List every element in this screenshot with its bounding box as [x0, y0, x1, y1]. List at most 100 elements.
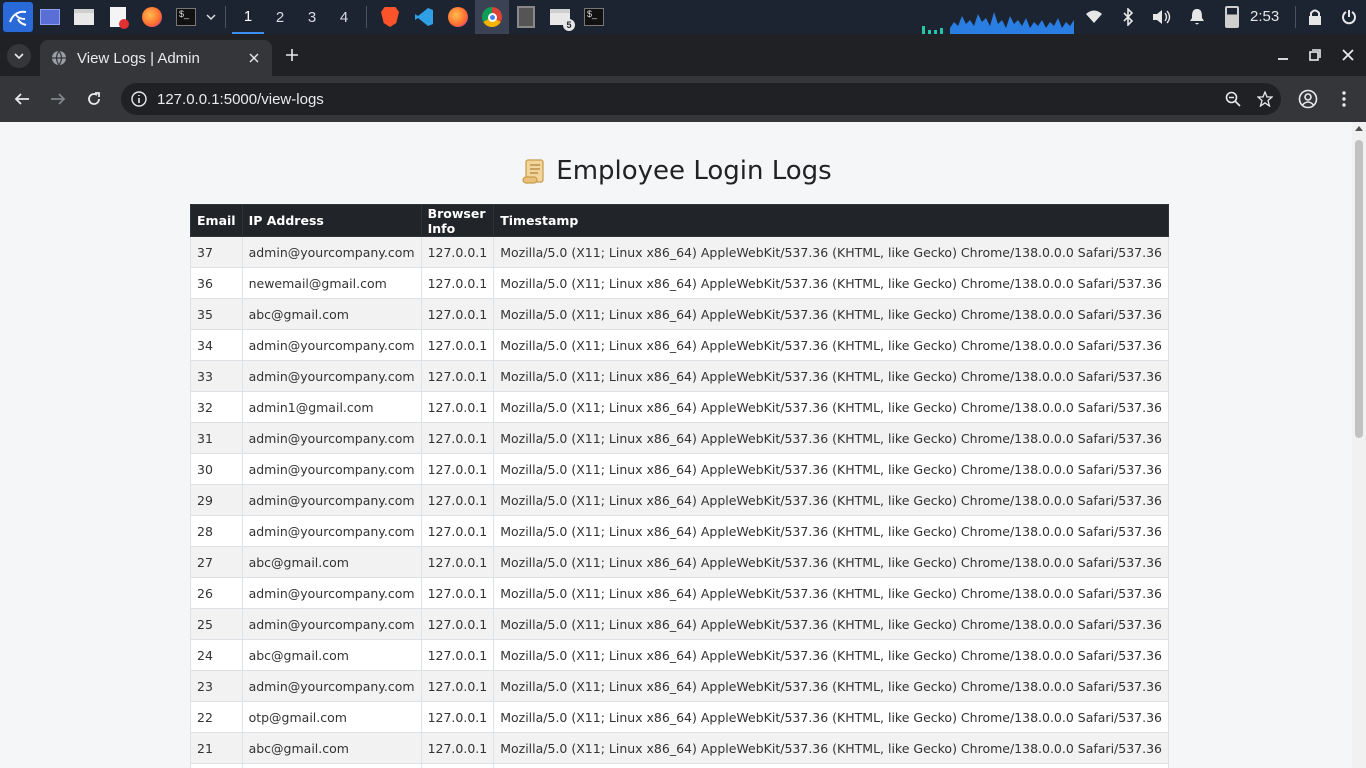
- bluetooth-icon[interactable]: [1116, 0, 1140, 34]
- panel-separator: [366, 6, 367, 28]
- text-editor-icon[interactable]: [101, 0, 135, 34]
- workspace-2[interactable]: 2: [264, 0, 296, 34]
- cpu-usage-graph: [922, 12, 1074, 34]
- table-cell-ip: [420, 763, 495, 768]
- address-bar[interactable]: 127.0.0.1:5000/view-logs: [121, 83, 1281, 115]
- table-row: 31 admin@yourcompany.com 127.0.0.1 Mozilla/…: [190, 422, 1169, 454]
- table-row: 27 abc@gmail.com 127.0.0.1 Mozilla/5.0 (X11…: [190, 546, 1169, 578]
- table-cell-email: abc@gmail.com: [241, 639, 422, 671]
- back-arrow-icon[interactable]: [8, 85, 36, 113]
- power-icon[interactable]: [1337, 0, 1361, 34]
- table-cell-id: 27: [190, 546, 243, 578]
- chrome-icon[interactable]: [475, 0, 509, 34]
- new-tab-plus-icon[interactable]: [280, 43, 304, 67]
- page-viewport: Employee Login Logs Email IP Address Bro…: [0, 122, 1352, 768]
- browser-menu-kebab-icon[interactable]: [1330, 85, 1358, 113]
- close-window-icon[interactable]: [1334, 42, 1362, 68]
- table-cell-id: 33: [190, 360, 243, 392]
- table-body: 37 admin@yourcompany.com 127.0.0.1 Mozilla/…: [190, 236, 1169, 768]
- table-cell-browser: Mozilla/5.0 (X11; Linux x86_64) AppleWeb…: [493, 267, 1169, 299]
- file-manager-icon[interactable]: 5: [543, 0, 577, 34]
- workspace-4[interactable]: 4: [328, 0, 360, 34]
- table-cell-ip: 127.0.0.1: [420, 608, 495, 640]
- table-cell-ip: 127.0.0.1: [420, 329, 495, 361]
- table-cell-id: 32: [190, 391, 243, 423]
- table-cell-ip: 127.0.0.1: [420, 391, 495, 423]
- window-icon[interactable]: [509, 0, 543, 34]
- url-text[interactable]: 127.0.0.1:5000/view-logs: [157, 91, 1217, 108]
- zoom-icon[interactable]: [1217, 85, 1249, 113]
- page-scrollbar[interactable]: [1352, 122, 1366, 768]
- battery-icon[interactable]: [1220, 0, 1244, 34]
- table-cell-browser: Mozilla/5.0 (X11; Linux x86_64) AppleWeb…: [493, 329, 1169, 361]
- table-cell-ip: 127.0.0.1: [420, 515, 495, 547]
- table-cell-id: 28: [190, 515, 243, 547]
- table-cell-id: 30: [190, 453, 243, 485]
- clock[interactable]: 2:53: [1250, 0, 1279, 34]
- table-cell-id: 36: [190, 267, 243, 299]
- firefox-icon[interactable]: [441, 0, 475, 34]
- window-count-badge: 5: [563, 19, 575, 31]
- table-row: 32 admin1@gmail.com 127.0.0.1 Mozilla/5.0 (…: [190, 391, 1169, 423]
- workspace-1[interactable]: 1: [232, 0, 264, 34]
- brave-icon[interactable]: [373, 0, 407, 34]
- scrollbar-thumb[interactable]: [1355, 140, 1363, 438]
- workspace-switcher-icon[interactable]: [33, 0, 67, 34]
- table-cell-email: admin@yourcompany.com: [241, 329, 422, 361]
- panel-separator: [225, 6, 226, 28]
- restore-window-icon[interactable]: [1301, 42, 1329, 68]
- table-cell-ip: 127.0.0.1: [420, 670, 495, 702]
- file-manager-icon[interactable]: [67, 0, 101, 34]
- minimize-window-icon[interactable]: [1269, 42, 1297, 68]
- table-cell-ip: 127.0.0.1: [420, 546, 495, 578]
- table-cell-email: abc@gmail.com: [241, 298, 422, 330]
- terminal-dropdown-chevron-icon[interactable]: [203, 0, 219, 34]
- table-row: 37 admin@yourcompany.com 127.0.0.1 Mozilla/…: [190, 236, 1169, 268]
- table-cell-id: 22: [190, 701, 243, 733]
- table-row: 34 admin@yourcompany.com 127.0.0.1 Mozilla/…: [190, 329, 1169, 361]
- table-cell-email: admin@yourcompany.com: [241, 670, 422, 702]
- globe-icon: [51, 50, 67, 66]
- profile-avatar-icon[interactable]: [1294, 85, 1322, 113]
- table-cell-browser: Mozilla/5.0 (X11; Linux x86_64) AppleWeb…: [493, 577, 1169, 609]
- column-header-browser-info: Browser Info: [420, 204, 495, 237]
- table-cell-browser: Mozilla/5.0 (X11; Linux x86_64) AppleWeb…: [493, 236, 1169, 268]
- scroll-up-arrow-icon[interactable]: [1355, 126, 1363, 131]
- lock-screen-icon[interactable]: [1303, 0, 1327, 34]
- table-row: 25 admin@yourcompany.com 127.0.0.1 Mozilla/…: [190, 608, 1169, 640]
- bookmark-star-icon[interactable]: [1249, 85, 1281, 113]
- table-cell-id: 34: [190, 329, 243, 361]
- table-cell-ip: 127.0.0.1: [420, 701, 495, 733]
- table-cell-ip: 127.0.0.1: [420, 577, 495, 609]
- wifi-icon[interactable]: [1082, 0, 1106, 34]
- table-cell-email: newemail@gmail.com: [241, 267, 422, 299]
- firefox-icon[interactable]: [135, 0, 169, 34]
- reload-icon[interactable]: [80, 85, 108, 113]
- terminal-icon[interactable]: $_: [169, 0, 203, 34]
- tab-search-chevron-icon[interactable]: [7, 44, 31, 68]
- kali-dragon-icon: [9, 10, 27, 26]
- site-info-icon[interactable]: [123, 91, 155, 107]
- table-cell-email: admin@yourcompany.com: [241, 577, 422, 609]
- notifications-bell-icon[interactable]: [1185, 0, 1209, 34]
- table-cell-browser: Mozilla/5.0 (X11; Linux x86_64) AppleWeb…: [493, 546, 1169, 578]
- terminal-icon[interactable]: $_: [577, 0, 611, 34]
- table-cell-browser: Mozilla/5.0 (X11; Linux x86_64) AppleWeb…: [493, 484, 1169, 516]
- vscode-icon[interactable]: [407, 0, 441, 34]
- browser-tab-strip: View Logs | Admin: [0, 34, 1366, 76]
- table-cell-email: admin@yourcompany.com: [241, 515, 422, 547]
- table-cell-id: 37: [190, 236, 243, 268]
- volume-icon[interactable]: [1150, 0, 1174, 34]
- table-row: 24 abc@gmail.com 127.0.0.1 Mozilla/5.0 (X11…: [190, 639, 1169, 671]
- workspace-3[interactable]: 3: [296, 0, 328, 34]
- table-cell-id: 21: [190, 732, 243, 764]
- forward-arrow-icon[interactable]: [44, 85, 72, 113]
- table-cell-email: abc@gmail.com: [241, 732, 422, 764]
- close-tab-icon[interactable]: [244, 48, 264, 68]
- table-cell-email: admin@yourcompany.com: [241, 236, 422, 268]
- table-cell-browser: Mozilla/5.0 (X11; Linux x86_64) AppleWeb…: [493, 515, 1169, 547]
- table-cell-email: admin@yourcompany.com: [241, 608, 422, 640]
- table-row: 26 admin@yourcompany.com 127.0.0.1 Mozilla/…: [190, 577, 1169, 609]
- browser-tab-active[interactable]: View Logs | Admin: [40, 40, 272, 76]
- kali-menu-button[interactable]: [3, 2, 33, 32]
